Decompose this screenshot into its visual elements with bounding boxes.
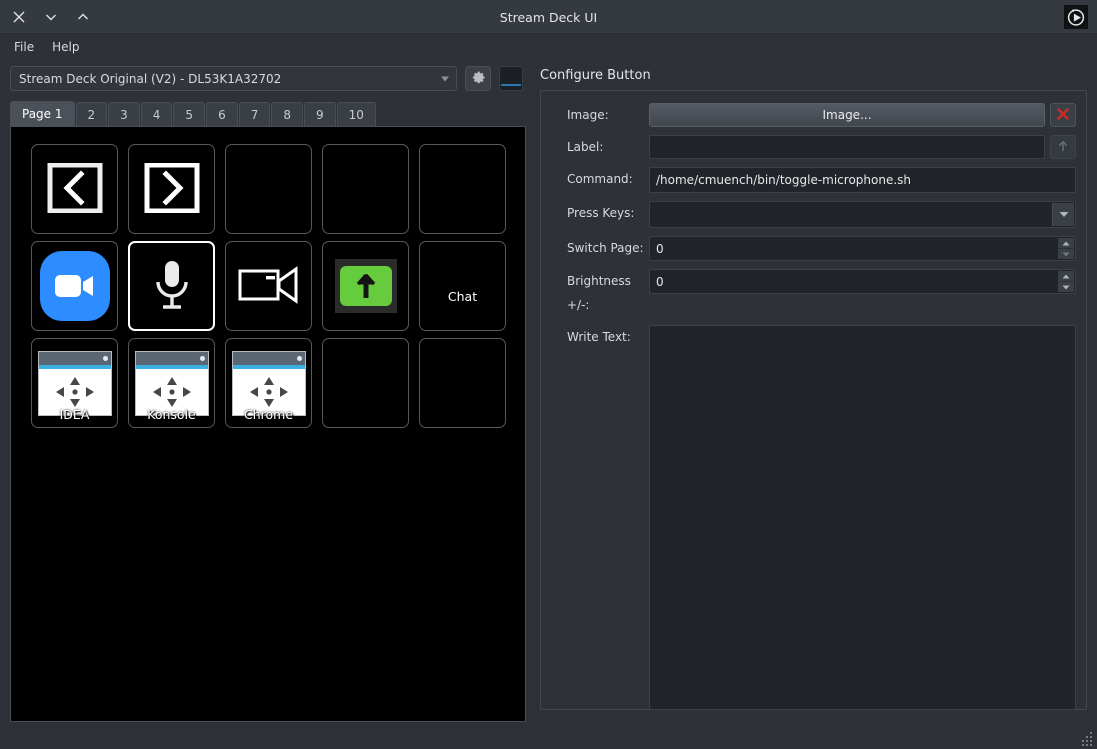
brightness-spin-buttons xyxy=(1058,271,1074,292)
image-label: Image: xyxy=(567,108,609,122)
caret-up-icon xyxy=(1062,274,1070,278)
press-keys-combo[interactable] xyxy=(649,201,1076,228)
page-tabs: Page 1 2 3 4 5 6 7 8 9 10 xyxy=(10,101,377,126)
form-row-press-keys: Press Keys: xyxy=(553,201,1076,228)
caret-up-icon xyxy=(1062,241,1070,245)
brightness-spinner[interactable]: 0 xyxy=(649,269,1076,294)
deck-key-2[interactable] xyxy=(225,144,312,234)
play-circle-icon[interactable] xyxy=(1063,4,1089,30)
write-text-input[interactable] xyxy=(649,325,1076,710)
deck-key-14[interactable] xyxy=(419,338,506,428)
brightness-value: 0 xyxy=(656,274,664,289)
switch-page-increment-button[interactable] xyxy=(1058,238,1074,249)
window-move-icon xyxy=(231,350,306,416)
brightness-increment-button[interactable] xyxy=(1058,271,1074,282)
deck-key-6[interactable] xyxy=(128,241,215,331)
command-input[interactable]: /home/cmuench/bin/toggle-microphone.sh xyxy=(649,167,1076,193)
press-keys-label: Press Keys: xyxy=(567,206,635,220)
tab-page-3[interactable]: 3 xyxy=(108,102,140,126)
form-row-command: Command: /home/cmuench/bin/toggle-microp… xyxy=(553,167,1076,193)
window-move-icon xyxy=(134,350,209,416)
form-row-write-text: Write Text: xyxy=(553,325,1076,710)
form-row-switch-page: Switch Page: 0 xyxy=(553,236,1076,261)
deck-key-5[interactable] xyxy=(31,241,118,331)
deck-key-4[interactable] xyxy=(419,144,506,234)
menu-file[interactable]: File xyxy=(6,37,42,57)
switch-page-value: 0 xyxy=(656,241,664,256)
resize-grip[interactable] xyxy=(1080,732,1094,746)
stream-deck-window: Stream Deck UI File Help Stream Deck Ori… xyxy=(0,0,1097,749)
tab-page-7[interactable]: 7 xyxy=(238,102,271,126)
switch-page-decrement-button[interactable] xyxy=(1058,249,1074,259)
remove-image-button[interactable] xyxy=(1050,103,1076,127)
switch-page-label: Switch Page: xyxy=(567,241,644,255)
deck-key-7[interactable] xyxy=(225,241,312,331)
arrow-up-icon xyxy=(1057,139,1069,156)
device-row: Stream Deck Original (V2) - DL53K1A32702 xyxy=(10,66,523,91)
brightness-label: Brightness +/-: xyxy=(567,274,631,312)
menu-help[interactable]: Help xyxy=(44,37,87,57)
deck-key-label: Chat xyxy=(447,289,478,305)
write-text-label: Write Text: xyxy=(567,330,631,344)
tab-page-5[interactable]: 5 xyxy=(173,102,206,126)
zoom-app-icon xyxy=(39,251,110,321)
window-title: Stream Deck UI xyxy=(499,9,598,25)
next-page-icon xyxy=(144,162,200,216)
deck-key-11[interactable]: Konsole xyxy=(128,338,215,428)
tab-page-8[interactable]: 8 xyxy=(271,102,303,126)
tab-page-6[interactable]: 6 xyxy=(206,102,238,126)
green-arrow-up-icon xyxy=(334,259,397,313)
label-label: Label: xyxy=(567,140,604,154)
caret-down-icon xyxy=(1062,285,1070,289)
label-align-button[interactable] xyxy=(1050,135,1076,159)
deck-key-label: Chrome xyxy=(243,407,294,423)
caret-down-icon xyxy=(1062,252,1070,256)
brightness-decrement-button[interactable] xyxy=(1058,282,1074,292)
configure-panel-title: Configure Button xyxy=(540,68,651,83)
red-x-icon xyxy=(1056,107,1070,124)
configure-form: Image: Image... Label: Command: /home/cm… xyxy=(541,91,1088,718)
switch-page-spin-buttons xyxy=(1058,238,1074,259)
gear-icon xyxy=(471,70,486,88)
command-label: Command: xyxy=(567,172,633,186)
tab-page-9[interactable]: 9 xyxy=(303,102,336,126)
device-select-value: Stream Deck Original (V2) - DL53K1A32702 xyxy=(19,71,282,86)
brightness-level-bar xyxy=(501,84,521,86)
configure-panel: Image: Image... Label: Command: /home/cm… xyxy=(540,90,1087,710)
tab-page-4[interactable]: 4 xyxy=(140,102,173,126)
menubar: File Help xyxy=(0,34,1097,60)
device-select[interactable]: Stream Deck Original (V2) - DL53K1A32702 xyxy=(10,66,457,91)
deck-key-1[interactable] xyxy=(128,144,215,234)
deck-key-0[interactable] xyxy=(31,144,118,234)
deck-key-9[interactable]: Chat xyxy=(419,241,506,331)
form-row-label: Label: xyxy=(553,135,1076,159)
tab-page-1[interactable]: Page 1 xyxy=(10,101,75,126)
deck-key-8[interactable] xyxy=(322,241,409,331)
window-move-icon xyxy=(37,350,112,416)
form-row-brightness: Brightness +/-: 0 xyxy=(553,269,1076,317)
deck-panel: Chat IDEA Konsole Chrome xyxy=(10,126,526,722)
tab-page-10[interactable]: 10 xyxy=(336,102,376,126)
settings-button[interactable] xyxy=(465,66,491,91)
deck-key-12[interactable]: Chrome xyxy=(225,338,312,428)
chevron-down-icon xyxy=(441,76,449,81)
deck-key-13[interactable] xyxy=(322,338,409,428)
deck-key-3[interactable] xyxy=(322,144,409,234)
chevron-down-icon xyxy=(1059,212,1068,217)
form-row-image: Image: Image... xyxy=(553,103,1076,127)
microphone-icon xyxy=(149,257,195,316)
tab-page-2[interactable]: 2 xyxy=(75,102,108,126)
press-keys-dropdown-button[interactable] xyxy=(1052,203,1074,226)
switch-page-spinner[interactable]: 0 xyxy=(649,236,1076,261)
deck-key-label: IDEA xyxy=(59,407,90,423)
deck-key-10[interactable]: IDEA xyxy=(31,338,118,428)
deck-grid: Chat IDEA Konsole Chrome xyxy=(31,144,506,428)
label-input[interactable] xyxy=(649,135,1045,159)
brightness-swatch[interactable] xyxy=(499,66,523,91)
video-camera-icon xyxy=(238,265,300,308)
deck-key-label: Konsole xyxy=(147,407,196,423)
titlebar: Stream Deck UI xyxy=(0,0,1097,34)
image-button[interactable]: Image... xyxy=(649,103,1045,127)
prev-page-icon xyxy=(47,162,103,216)
